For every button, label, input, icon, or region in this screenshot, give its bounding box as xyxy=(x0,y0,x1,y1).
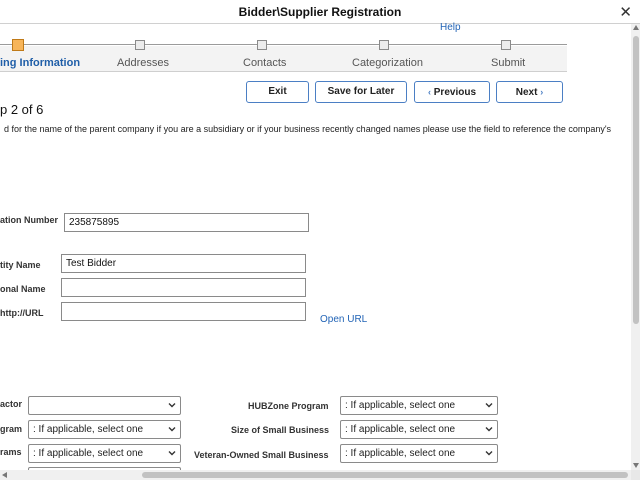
step-label-1[interactable]: ing Information xyxy=(0,57,80,69)
veteran-owned-value: : If applicable, select one xyxy=(345,448,456,459)
next-button[interactable]: Next › xyxy=(496,81,563,103)
id-number-input[interactable] xyxy=(64,213,309,232)
chevron-down-icon xyxy=(485,403,493,408)
step-label-submit[interactable]: Submit xyxy=(491,57,525,69)
step-label-categorization[interactable]: Categorization xyxy=(352,57,423,69)
additional-name-input[interactable] xyxy=(61,278,306,297)
step-label-addresses[interactable]: Addresses xyxy=(117,57,169,69)
step-label-contacts[interactable]: Contacts xyxy=(243,57,286,69)
small-business-size-select[interactable]: : If applicable, select one xyxy=(340,420,498,439)
step-marker-4[interactable] xyxy=(379,40,389,50)
scroll-left-icon[interactable] xyxy=(2,472,7,478)
select-left-2-label: gram xyxy=(0,424,23,434)
previous-button-label: Previous xyxy=(433,87,477,98)
entity-name-label: tity Name xyxy=(0,260,41,270)
next-button-label: Next xyxy=(515,87,538,98)
url-input[interactable] xyxy=(61,302,306,321)
small-business-size-label: Size of Small Business xyxy=(231,425,330,435)
vertical-scroll-thumb[interactable] xyxy=(633,36,639,324)
chevron-down-icon xyxy=(485,427,493,432)
url-label: http://URL xyxy=(0,308,44,318)
step-count: p 2 of 6 xyxy=(0,102,44,117)
scroll-down-icon[interactable] xyxy=(633,463,639,468)
entity-name-input[interactable] xyxy=(61,254,306,273)
id-number-label: ation Number xyxy=(0,215,59,225)
chevron-down-icon xyxy=(168,427,176,432)
chevron-right-icon: › xyxy=(540,87,544,97)
horizontal-scroll-thumb[interactable] xyxy=(142,472,628,478)
select-left-1-label: actor xyxy=(0,399,23,409)
window-title: Bidder\Supplier Registration xyxy=(238,5,402,19)
chevron-left-icon: ‹ xyxy=(427,87,431,97)
previous-button[interactable]: ‹ Previous xyxy=(414,81,490,103)
scroll-up-icon[interactable] xyxy=(633,25,639,30)
hubzone-program-label: HUBZone Program xyxy=(248,401,329,411)
window-titlebar: Bidder\Supplier Registration ✕ xyxy=(0,0,640,24)
open-url-link[interactable]: Open URL xyxy=(320,314,367,325)
veteran-owned-select[interactable]: : If applicable, select one xyxy=(340,444,498,463)
veteran-owned-label: Veteran-Owned Small Business xyxy=(194,450,329,460)
additional-name-label: onal Name xyxy=(0,284,46,294)
instruction-text: d for the name of the parent company if … xyxy=(4,124,612,134)
chevron-down-icon xyxy=(485,451,493,456)
step-marker-3[interactable] xyxy=(257,40,267,50)
hubzone-program-value: : If applicable, select one xyxy=(345,400,456,411)
select-left-2[interactable]: : If applicable, select one xyxy=(28,420,181,439)
step-marker-2[interactable] xyxy=(135,40,145,50)
select-left-3-value: : If applicable, select one xyxy=(33,448,144,459)
step-marker-1[interactable] xyxy=(12,39,24,51)
horizontal-scrollbar[interactable] xyxy=(0,470,631,480)
step-track-line xyxy=(0,44,567,45)
chevron-down-icon xyxy=(168,451,176,456)
chevron-down-icon xyxy=(168,403,176,408)
select-left-2-value: : If applicable, select one xyxy=(33,424,144,435)
small-business-size-value: : If applicable, select one xyxy=(345,424,456,435)
scrollbar-corner xyxy=(631,470,640,480)
exit-button-label: Exit xyxy=(268,86,287,97)
select-left-3-label: rams xyxy=(0,447,22,457)
close-icon[interactable]: ✕ xyxy=(619,3,632,21)
help-link[interactable]: Help xyxy=(440,22,461,33)
vertical-scrollbar[interactable] xyxy=(631,24,640,470)
select-left-1[interactable] xyxy=(28,396,181,415)
save-for-later-button[interactable]: Save for Later xyxy=(315,81,407,103)
hubzone-program-select[interactable]: : If applicable, select one xyxy=(340,396,498,415)
step-marker-5[interactable] xyxy=(501,40,511,50)
select-left-3[interactable]: : If applicable, select one xyxy=(28,444,181,463)
exit-button[interactable]: Exit xyxy=(246,81,309,103)
save-for-later-label: Save for Later xyxy=(327,86,395,97)
